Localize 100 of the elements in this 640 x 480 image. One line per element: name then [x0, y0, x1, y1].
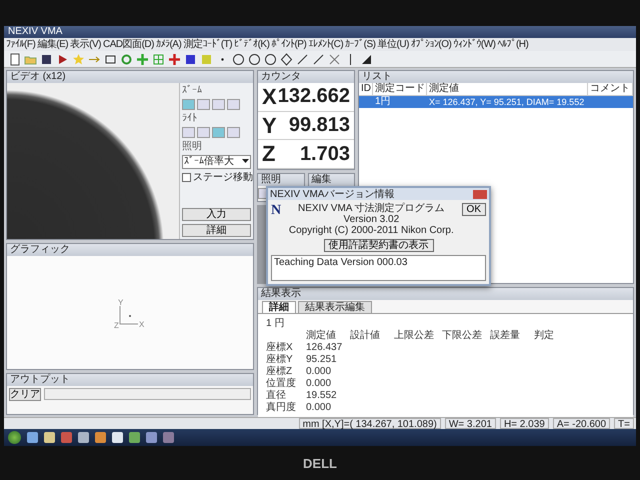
axis-label: X [262, 84, 277, 110]
menu-item[interactable]: 表示(V) [70, 38, 101, 50]
side-button[interactable]: 入力 [182, 208, 251, 221]
ok-button[interactable]: OK [462, 203, 486, 216]
menu-item[interactable]: CAD図面(D) [102, 38, 154, 50]
app-icon[interactable] [163, 432, 174, 443]
cross-icon[interactable] [328, 52, 341, 66]
license-button[interactable]: 使用許諾契約書の表示 [324, 239, 434, 252]
panel-title: 結果表示 [261, 288, 301, 300]
new-file-icon[interactable] [8, 52, 21, 66]
plus-icon[interactable] [136, 52, 149, 66]
menu-item[interactable]: ｴﾚﾒﾝﾄ(C) [308, 38, 344, 50]
menu-item[interactable]: ﾌｧｲﾙ(F) [6, 38, 36, 50]
column-header[interactable]: 測定値 [427, 83, 588, 95]
row-label: 位置度 [266, 378, 297, 389]
column-header: 誤差量 [490, 330, 521, 341]
app-icon[interactable] [112, 432, 123, 443]
table-cell-text: 0.000 [306, 402, 332, 413]
tab[interactable]: 詳細 [262, 301, 296, 313]
panel-title: 照明 [261, 174, 281, 186]
menu-item[interactable]: ｳｨﾝﾄﾞｳ(W) [453, 38, 496, 50]
logo: N [271, 203, 282, 219]
dropdown[interactable]: ｽﾞｰﾑ倍率大 [182, 155, 251, 169]
panel-title: グラフィック [10, 244, 70, 256]
control-label: ｽﾞｰﾑ [182, 85, 203, 96]
menu-item[interactable]: 測定ｺｰﾄﾞ(T) [183, 38, 232, 50]
dialog-text: NEXIV VMA 寸法測定プログラム [298, 203, 445, 214]
save-icon[interactable] [40, 52, 53, 66]
axis-label: Z [262, 141, 276, 168]
line-icon[interactable] [296, 52, 309, 66]
status-field: A= -20.600 [552, 418, 610, 429]
panel-title: ビデオ (x12) [10, 71, 66, 83]
tab[interactable]: 結果表示編集 [298, 301, 372, 313]
diamond-icon[interactable] [280, 52, 293, 66]
axis-label: Y [262, 112, 277, 138]
menu-item[interactable]: ｵﾌﾟｼｮﾝ(O) [410, 38, 452, 50]
close-icon[interactable] [473, 190, 487, 198]
start-icon[interactable] [8, 431, 21, 444]
menu-item[interactable]: ｶｰﾌﾞ(S) [345, 38, 376, 50]
plus-icon[interactable] [168, 52, 181, 66]
axis-value: 1.703 [300, 142, 350, 166]
menu-item[interactable]: ﾍﾙﾌﾟ(H) [497, 38, 528, 50]
panel-title: アウトプット [10, 374, 70, 386]
row-label: 座標X [266, 342, 294, 353]
window-title: NEXIV VMA [8, 26, 62, 38]
app-icon[interactable] [44, 432, 55, 443]
clear-button[interactable]: クリア [9, 388, 41, 401]
column-header[interactable]: コメント [588, 83, 633, 95]
info-text: Teaching Data Version 000.03 [274, 257, 408, 268]
list-row[interactable]: 1円 X= 126.437, Y= 95.251, DIAM= 19.552 [359, 96, 633, 108]
checkbox[interactable] [182, 173, 191, 182]
table-cell-text: 126.437 [306, 342, 344, 353]
app-icon[interactable] [78, 432, 89, 443]
menu-item[interactable]: ﾋﾞﾃﾞｵ(K) [234, 38, 270, 50]
status-field: W= 3.201 [444, 418, 496, 429]
column-header[interactable]: ID [359, 83, 373, 95]
dialog-text: Version 3.02 [344, 214, 400, 225]
triangle-icon[interactable] [360, 52, 373, 66]
table-cell-text: 19.552 [306, 390, 338, 401]
app-icon[interactable] [95, 432, 106, 443]
menu-item[interactable]: 単位(U) [378, 38, 409, 50]
axis-value: 132.662 [278, 85, 350, 108]
row-label: 真円度 [266, 402, 297, 413]
star-icon[interactable] [72, 52, 85, 66]
app-icon[interactable] [27, 432, 38, 443]
app-icon[interactable] [146, 432, 157, 443]
column-header: 判定 [534, 330, 555, 341]
column-header: 下限公差 [442, 330, 483, 341]
table-cell-text: 0.000 [306, 378, 332, 389]
column-header: 設計値 [350, 330, 381, 341]
column-header: 上限公差 [394, 330, 435, 341]
menu-item[interactable]: 編集(E) [37, 38, 68, 50]
row-label: 座標Z [266, 366, 294, 377]
column-header[interactable]: 測定コード [373, 83, 427, 95]
side-button[interactable]: 詳細 [182, 224, 251, 237]
square-icon[interactable] [104, 52, 117, 66]
column-header: 測定値 [306, 330, 337, 341]
dialog-text: Copyright (C) 2000-2011 Nikon Corp. [288, 225, 454, 236]
circle-icon[interactable] [232, 52, 245, 66]
circle-icon[interactable] [248, 52, 261, 66]
app-icon[interactable] [129, 432, 140, 443]
table-cell-text: 1円 [374, 96, 392, 108]
checkbox-label: ステージ移動 [193, 172, 253, 183]
element-name: 1 円 [266, 318, 286, 329]
status-field: mm [X,Y]=( 134.267, 101.089) [298, 418, 441, 429]
table-cell-text: 95.251 [306, 354, 338, 365]
row-label: 直径 [266, 390, 287, 401]
menu-item[interactable]: ｶﾒﾗ(A) [156, 38, 182, 50]
circle-icon[interactable] [264, 52, 277, 66]
brand-logo: DELL [303, 456, 337, 470]
row-label: 座標Y [266, 354, 294, 365]
output-field[interactable] [44, 388, 251, 400]
menu-item[interactable]: ﾎﾟｲﾝﾄ(P) [271, 38, 306, 50]
table-cell-text: 0.000 [306, 366, 332, 377]
status-field: H= 2.039 [500, 418, 549, 429]
status-field: T= [614, 418, 634, 429]
line-icon[interactable] [312, 52, 325, 66]
control-label: 照明 [182, 141, 203, 152]
panel-title: リスト [362, 71, 392, 82]
app-icon[interactable] [61, 432, 72, 443]
